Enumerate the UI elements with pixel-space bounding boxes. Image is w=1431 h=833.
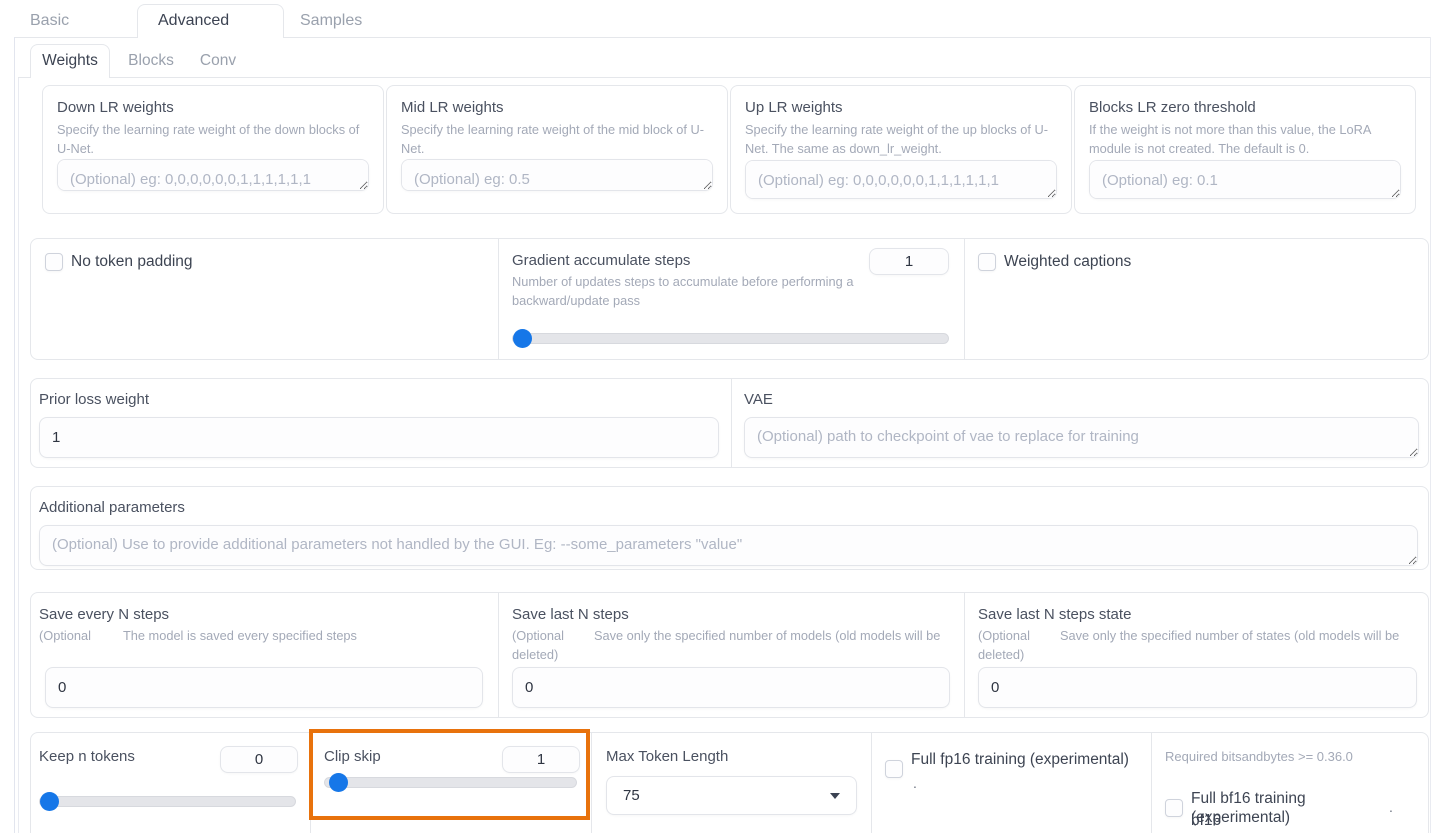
mid-lr-weights-group: Mid LR weights Specify the learning rate… <box>386 85 728 214</box>
save-last-n-steps-state-info: Save only the specified number of states… <box>978 628 1400 663</box>
mid-lr-weights-input[interactable] <box>401 158 713 191</box>
full-fp16-cell: Full fp16 training (experimental) . <box>871 733 1151 833</box>
save-every-n-steps-input[interactable] <box>45 667 483 708</box>
no-token-padding-label[interactable]: No token padding <box>71 252 193 271</box>
blocks-lr-zero-threshold-info: If the weight is not more than this valu… <box>1089 122 1371 157</box>
up-lr-weights-info: Specify the learning rate weight of the … <box>745 122 1049 157</box>
clip-skip-slider[interactable] <box>324 773 577 792</box>
down-lr-weights-label: Down LR weights <box>57 99 174 116</box>
full-fp16-note: . <box>913 775 917 791</box>
gradient-accumulate-slider[interactable] <box>512 329 949 348</box>
full-bf16-label[interactable]: Full bf16 training (experimental) <box>1191 789 1406 827</box>
prior-vae-row: Prior loss weight VAE <box>30 378 1429 468</box>
max-token-length-label: Max Token Length <box>606 748 729 765</box>
no-token-padding-cell: No token padding <box>31 239 498 359</box>
vae-input[interactable] <box>744 417 1419 458</box>
gradient-accumulate-label: Gradient accumulate steps <box>512 252 691 269</box>
save-every-n-steps-info: The model is saved every specified steps <box>122 628 357 643</box>
save-last-n-steps-state-cell: Save last N steps state (Optional Save on… <box>964 593 1430 717</box>
tab-samples[interactable]: Samples <box>284 8 394 37</box>
save-last-n-steps-state-label: Save last N steps state <box>978 606 1132 623</box>
down-lr-weights-group: Down LR weights Specify the learning rat… <box>42 85 384 214</box>
prior-loss-weight-cell: Prior loss weight <box>31 379 731 467</box>
down-lr-weights-input[interactable] <box>57 158 369 191</box>
full-fp16-checkbox[interactable] <box>885 760 903 778</box>
full-fp16-label[interactable]: Full fp16 training (experimental) <box>911 750 1141 769</box>
blocks-lr-zero-threshold-input[interactable] <box>1089 160 1401 199</box>
vae-cell: VAE <box>731 379 1430 467</box>
save-every-n-steps-info-prefix: (Optional <box>39 628 91 643</box>
clip-skip-value[interactable] <box>502 746 580 773</box>
additional-parameters-row: Additional parameters <box>30 486 1429 570</box>
down-lr-weights-info: Specify the learning rate weight of the … <box>57 122 360 157</box>
dropdown-caret-icon <box>830 792 840 799</box>
subtab-content-left-border <box>18 77 19 833</box>
gradient-accumulate-slider-thumb[interactable] <box>513 329 532 348</box>
keep-n-tokens-slider[interactable] <box>39 792 296 811</box>
subtab-weights[interactable]: Weights <box>30 44 110 78</box>
save-every-n-steps-cell: Save every N steps (Optional The model is… <box>31 593 498 717</box>
save-last-n-steps-info: Save only the specified number of models… <box>512 628 941 663</box>
subtabbar-divider <box>18 77 1431 78</box>
keep-n-tokens-value[interactable] <box>220 746 298 773</box>
tab-content-left-border <box>14 37 15 833</box>
gradient-accumulate-cell: Gradient accumulate steps Number of upda… <box>498 239 964 359</box>
gradient-accumulate-value[interactable] <box>869 248 949 275</box>
full-bf16-checkbox[interactable] <box>1165 799 1183 817</box>
max-token-length-value: 75 <box>623 787 640 804</box>
additional-parameters-input[interactable] <box>39 525 1418 566</box>
clip-skip-slider-thumb[interactable] <box>329 773 348 792</box>
mid-lr-weights-info: Specify the learning rate weight of the … <box>401 122 705 157</box>
save-every-n-steps-label: Save every N steps <box>39 606 170 623</box>
up-lr-weights-input[interactable] <box>745 160 1057 199</box>
weighted-captions-checkbox[interactable] <box>978 252 996 271</box>
save-last-n-steps-cell: Save last N steps (Optional Save only the… <box>498 593 964 717</box>
blocks-lr-zero-threshold-label: Blocks LR zero threshold <box>1089 99 1256 116</box>
clip-skip-cell: Clip skip <box>310 733 591 833</box>
token-options-row: No token padding Gradient accumulate ste… <box>30 238 1429 360</box>
up-lr-weights-label: Up LR weights <box>745 99 843 116</box>
no-token-padding-checkbox[interactable] <box>45 252 63 271</box>
up-lr-weights-group: Up LR weights Specify the learning rate … <box>730 85 1072 214</box>
blocks-lr-zero-threshold-group: Blocks LR zero threshold If the weight i… <box>1074 85 1416 214</box>
full-bf16-sub-label: bf16 <box>1191 812 1222 829</box>
tab-basic[interactable]: Basic <box>14 8 124 37</box>
max-token-length-dropdown[interactable]: 75 <box>606 776 857 815</box>
vae-label: VAE <box>744 391 773 408</box>
save-last-n-steps-input[interactable] <box>512 667 950 708</box>
max-token-length-cell: Max Token Length 75 <box>591 733 871 833</box>
keep-n-tokens-cell: Keep n tokens <box>31 733 310 833</box>
additional-parameters-label: Additional parameters <box>39 499 185 516</box>
bitsandbytes-required-info: Required bitsandbytes >= 0.36.0 <box>1165 749 1353 764</box>
subtab-conv[interactable]: Conv <box>186 48 250 77</box>
save-steps-row: Save every N steps (Optional The model is… <box>30 592 1429 718</box>
subtab-blocks[interactable]: Blocks <box>112 48 190 77</box>
keep-n-tokens-slider-thumb[interactable] <box>40 792 59 811</box>
gradient-accumulate-info: Number of updates steps to accumulate be… <box>512 274 854 309</box>
full-bf16-cell: Required bitsandbytes >= 0.36.0 Full bf1… <box>1151 733 1430 833</box>
save-last-n-steps-state-input[interactable] <box>978 667 1417 708</box>
weighted-captions-cell: Weighted captions <box>964 239 1430 359</box>
save-last-n-steps-info-prefix: (Optional <box>512 628 564 643</box>
prior-loss-weight-input[interactable] <box>39 417 719 458</box>
full-bf16-note: . <box>1389 799 1393 815</box>
clip-token-row: Keep n tokens Clip skip Max Token Length… <box>30 732 1429 833</box>
prior-loss-weight-label: Prior loss weight <box>39 391 150 408</box>
mid-lr-weights-label: Mid LR weights <box>401 99 504 116</box>
clip-skip-label: Clip skip <box>324 748 381 765</box>
save-last-n-steps-state-info-prefix: (Optional <box>978 628 1030 643</box>
weighted-captions-label[interactable]: Weighted captions <box>1004 252 1131 271</box>
advanced-settings-page: Basic Advanced Samples Weights Blocks Co… <box>0 0 1431 833</box>
tab-advanced[interactable]: Advanced <box>137 4 284 38</box>
save-last-n-steps-label: Save last N steps <box>512 606 629 623</box>
keep-n-tokens-label: Keep n tokens <box>39 748 135 765</box>
